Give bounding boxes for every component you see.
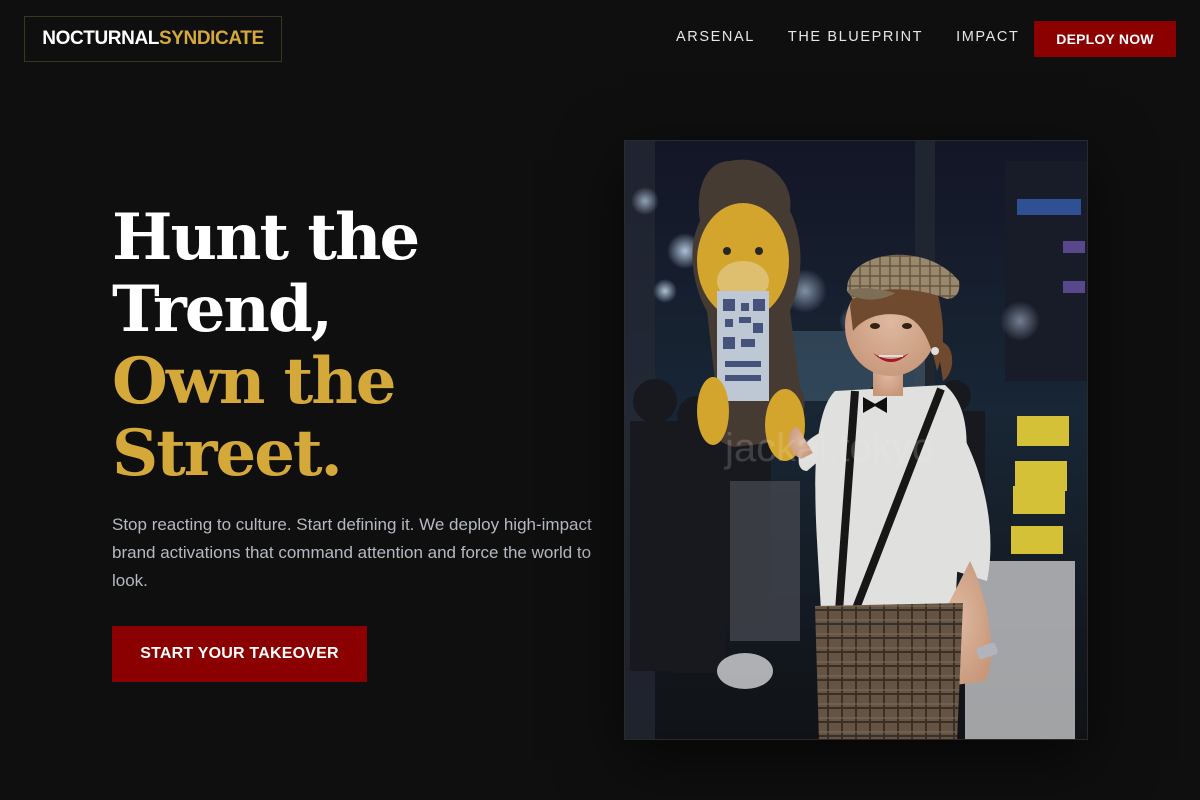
headline-line-1: Hunt the (112, 200, 420, 275)
brand-logo[interactable]: NOCTURNAL SYNDICATE (24, 16, 282, 62)
main-nav: ARSENAL THE BLUEPRINT IMPACT (676, 29, 1052, 45)
nav-link-impact[interactable]: IMPACT (956, 29, 1019, 45)
headline-line-4: Street. (112, 416, 343, 491)
start-takeover-button[interactable]: START YOUR TAKEOVER (112, 626, 367, 682)
hero-photo: jackal.tokyo (624, 140, 1088, 740)
brand-name-part1: NOCTURNAL (42, 28, 159, 49)
landing-page: NOCTURNAL SYNDICATE ARSENAL THE BLUEPRINT… (0, 0, 1200, 800)
hero-subtext: Stop reacting to culture. Start defining… (112, 515, 592, 590)
hero-headline: Hunt the Trend, Own the Street. (112, 202, 552, 490)
brand-name-part2: SYNDICATE (158, 28, 264, 49)
headline-line-3: Own the (112, 344, 396, 419)
hero-photo-illustration: jackal.tokyo (625, 141, 1087, 739)
nav-link-arsenal[interactable]: ARSENAL (676, 29, 755, 45)
deploy-now-button[interactable]: DEPLOY NOW (1034, 21, 1176, 57)
nav-link-blueprint[interactable]: THE BLUEPRINT (788, 29, 923, 45)
site-header: NOCTURNAL SYNDICATE ARSENAL THE BLUEPRINT… (0, 0, 1200, 78)
headline-line-2: Trend, (112, 272, 333, 347)
